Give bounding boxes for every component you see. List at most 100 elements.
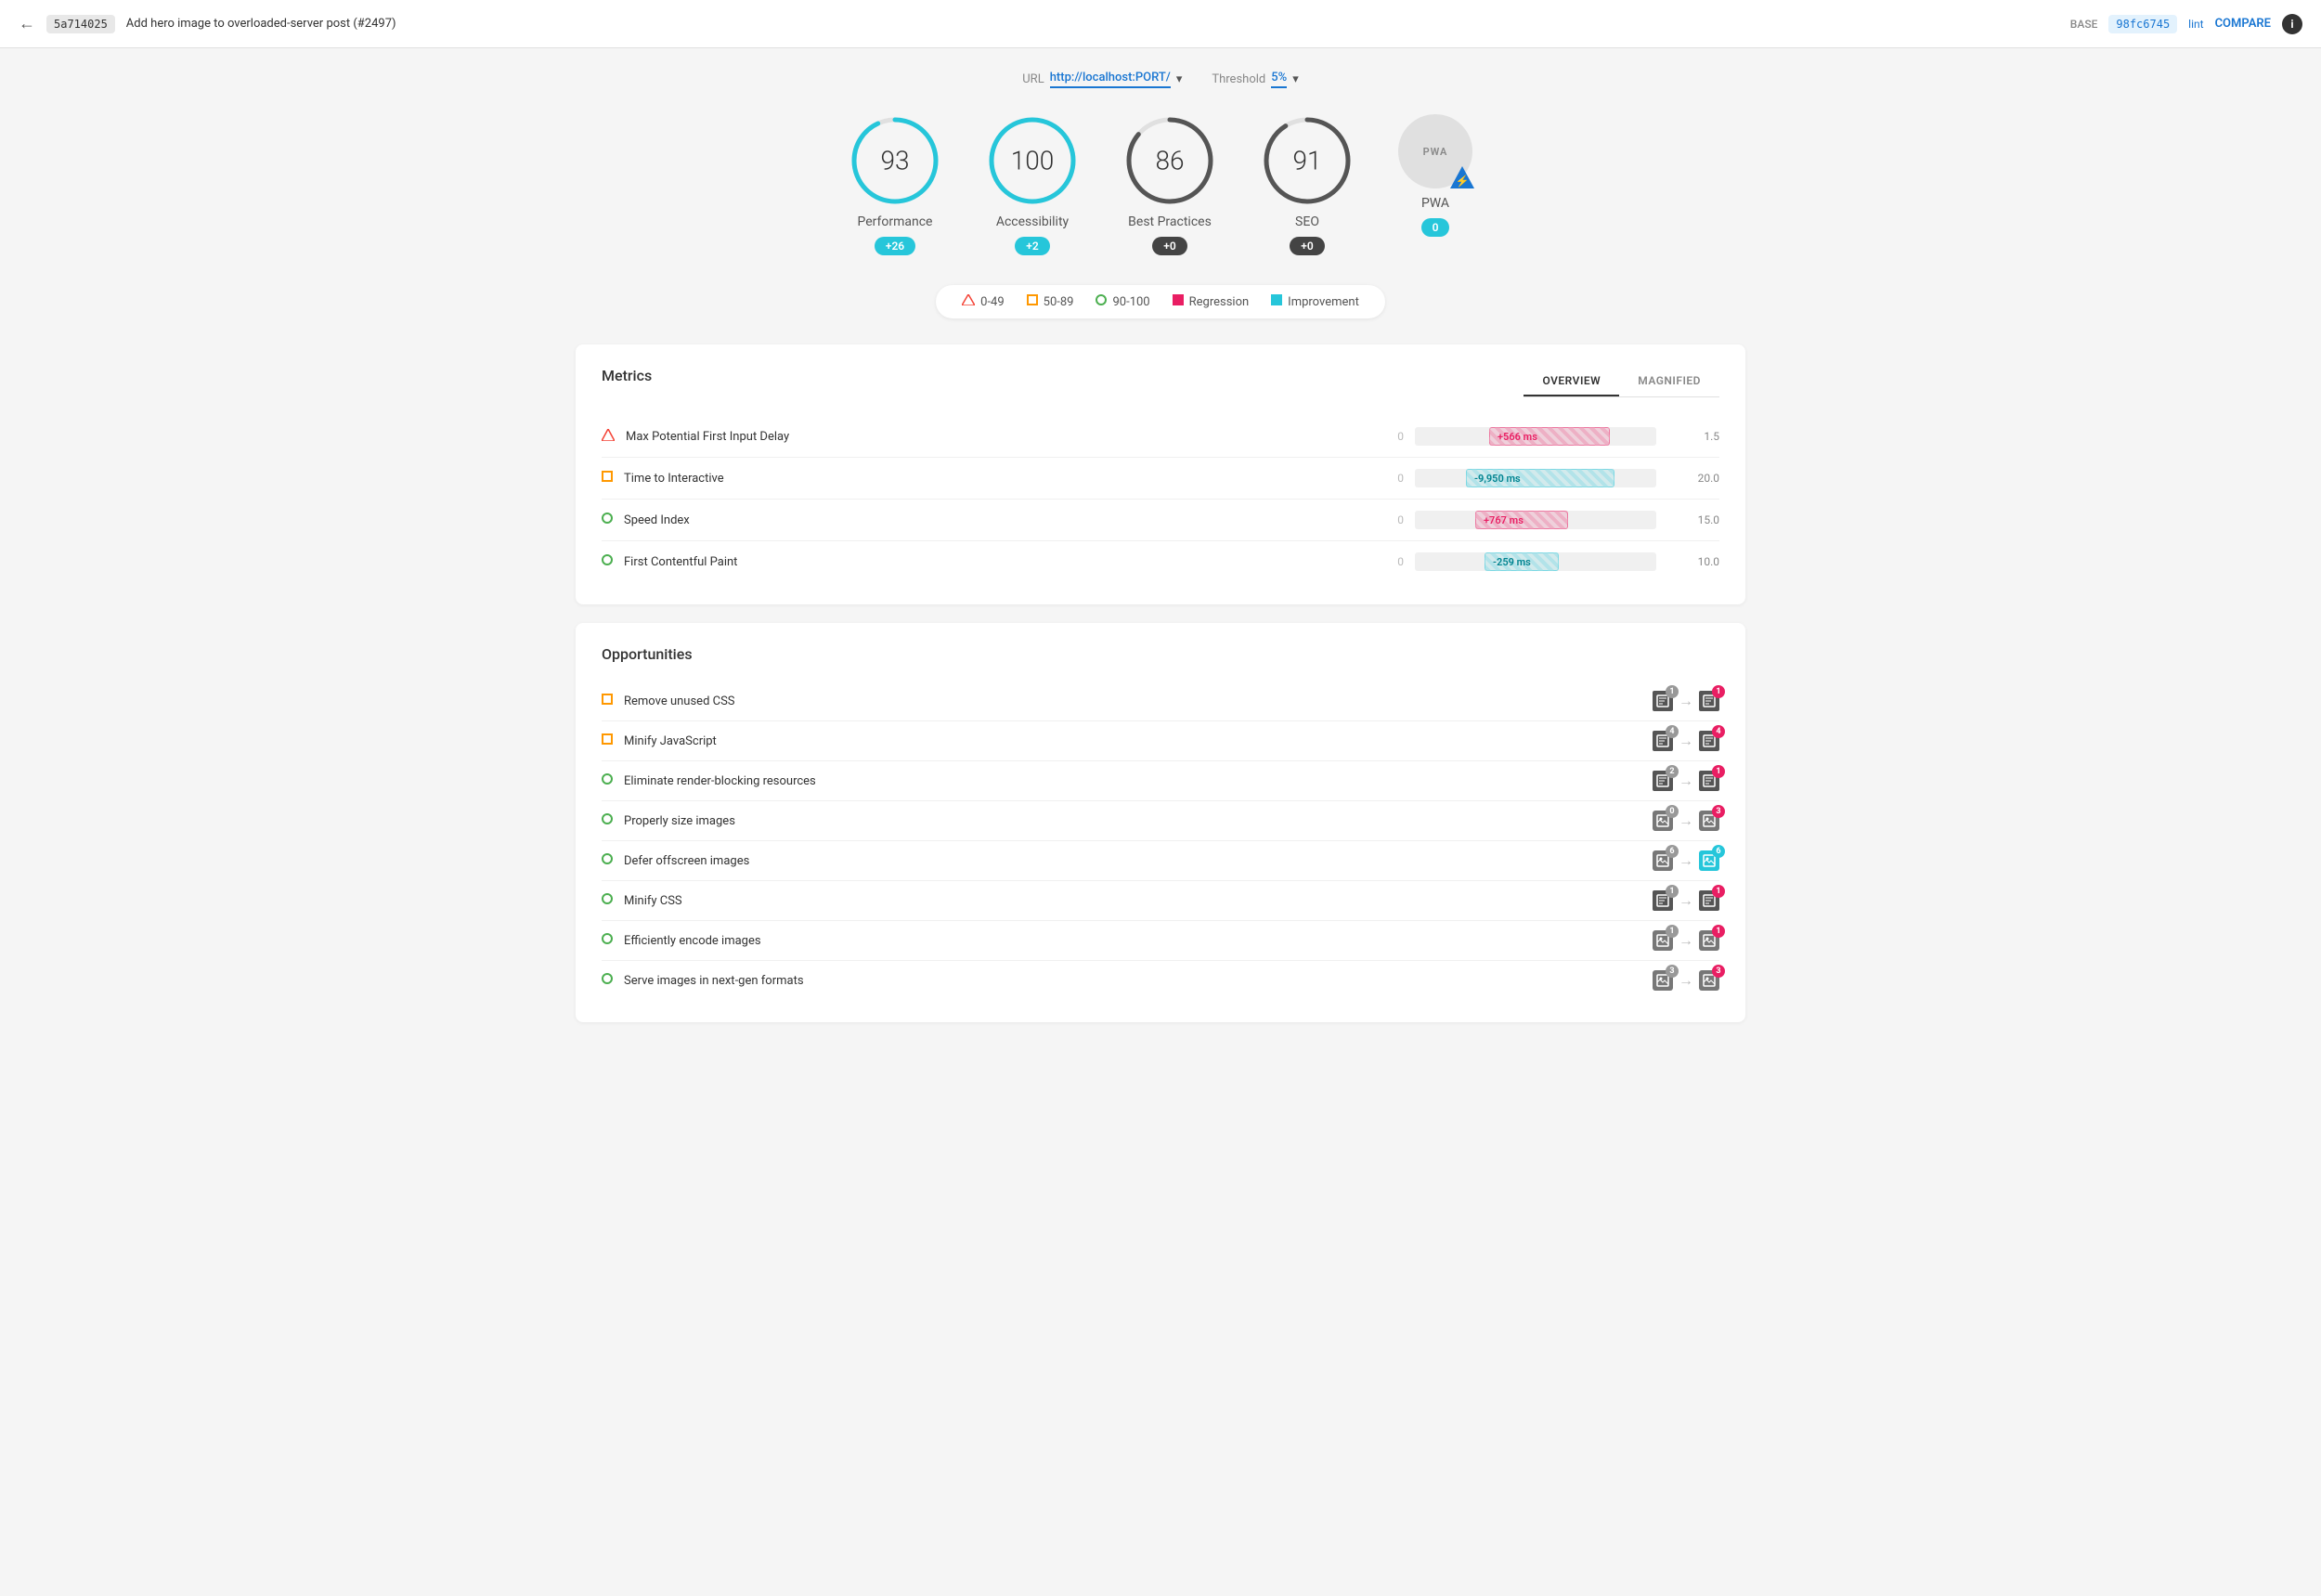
first-input-delay-indicator [602,429,615,445]
speed-index-bar: +767 ms [1415,509,1675,531]
time-to-interactive-fill: -9,950 ms [1466,469,1614,487]
score-performance: 93 Performance +26 [849,114,941,255]
lint-label: lint [2188,18,2203,31]
to-count-8: 3 [1712,965,1725,978]
remove-unused-css-icons: 1 → 1 [1653,691,1719,711]
first-input-delay-score: 1.5 [1686,430,1719,443]
pwa-text: PWA [1423,146,1448,158]
best-practices-circle: 86 [1123,114,1216,207]
eliminate-rb-to-icon[interactable]: 1 [1699,771,1719,791]
minify-css-from-icon[interactable]: 1 [1653,890,1673,911]
from-count-2: 4 [1666,725,1679,738]
speed-index-zero: 0 [1389,513,1404,526]
url-control: URL http://localhost:PORT/ ▾ [1022,71,1182,88]
first-contentful-paint-bar: -259 ms [1415,551,1675,573]
metric-row-first-contentful-paint: First Contentful Paint 0 -259 ms 10.0 [602,541,1719,582]
pwa-circle-wrap: PWA ⚡ [1398,114,1472,188]
serve-next-gen-indicator [602,973,613,988]
url-dropdown-icon[interactable]: ▾ [1176,72,1183,86]
first-contentful-paint-name: First Contentful Paint [624,555,1378,569]
metrics-title: Metrics [602,367,652,384]
to-count-1: 1 [1712,685,1725,698]
threshold-dropdown-icon[interactable]: ▾ [1292,72,1299,86]
opp-row-minify-javascript: Minify JavaScript 4 → 4 [602,721,1719,761]
legend-improvement-label: Improvement [1288,295,1359,309]
efficiently-encode-from-icon[interactable]: 1 [1653,930,1673,951]
efficiently-encode-to-icon[interactable]: 1 [1699,930,1719,951]
time-to-interactive-indicator [602,471,613,486]
remove-unused-css-to-icon[interactable]: 1 [1699,691,1719,711]
compare-button[interactable]: COMPARE [2215,17,2271,31]
metric-row-first-input-delay: Max Potential First Input Delay 0 +566 m… [602,416,1719,458]
legend-circle-green-icon [1096,294,1107,309]
opp-row-eliminate-render-blocking: Eliminate render-blocking resources 2 → … [602,761,1719,801]
from-count-7: 1 [1666,925,1679,938]
eliminate-rb-from-icon[interactable]: 2 [1653,771,1673,791]
seo-circle: 91 [1261,114,1354,207]
legend-90-100-label: 90-100 [1112,295,1149,309]
threshold-value[interactable]: 5% [1271,71,1287,88]
seo-badge: +0 [1290,237,1324,255]
remove-unused-css-name: Remove unused CSS [624,694,1641,708]
score-best-practices: 86 Best Practices +0 [1123,114,1216,255]
pwa-badge-icon: ⚡ [1448,164,1476,192]
properly-size-from-icon[interactable]: 0 [1653,811,1673,831]
opportunities-title: Opportunities [602,645,1719,663]
minify-css-to-icon[interactable]: 1 [1699,890,1719,911]
tab-magnified[interactable]: MAGNIFIED [1619,367,1719,396]
accessibility-label: Accessibility [996,214,1069,229]
from-count-4: 0 [1666,805,1679,818]
serve-next-gen-to-icon[interactable]: 3 [1699,970,1719,991]
metric-row-speed-index: Speed Index 0 +767 ms 15.0 [602,500,1719,541]
eliminate-render-blocking-indicator [602,773,613,788]
legend-regression-label: Regression [1189,295,1250,309]
legend-50-89: 50-89 [1027,294,1074,309]
tab-overview[interactable]: OVERVIEW [1524,367,1619,396]
properly-size-images-name: Properly size images [624,814,1641,828]
seo-label: SEO [1295,214,1319,229]
accessibility-circle: 100 [986,114,1079,207]
efficiently-encode-icons: 1 → 1 [1653,930,1719,951]
opportunities-card: Opportunities Remove unused CSS 1 → [576,623,1745,1022]
minify-js-to-icon[interactable]: 4 [1699,731,1719,751]
first-contentful-paint-fill: -259 ms [1485,552,1559,571]
minify-javascript-indicator [602,733,613,748]
url-value[interactable]: http://localhost:PORT/ [1050,71,1171,88]
legend-bar: 0-49 50-89 90-100 Regression Improvement [936,285,1385,318]
defer-from-icon[interactable]: 6 [1653,850,1673,871]
minify-javascript-name: Minify JavaScript [624,734,1641,748]
first-input-delay-fill: +566 ms [1489,427,1610,446]
minify-javascript-icons: 4 → 4 [1653,731,1719,751]
serve-next-gen-from-icon[interactable]: 3 [1653,970,1673,991]
first-contentful-paint-score: 10.0 [1686,555,1719,568]
score-seo: 91 SEO +0 [1261,114,1354,255]
accessibility-badge: +2 [1015,237,1049,255]
arrow-icon-8: → [1679,971,1693,990]
time-to-interactive-bar: -9,950 ms [1415,467,1675,489]
minify-css-indicator [602,893,613,908]
to-count-2: 4 [1712,725,1725,738]
performance-label: Performance [858,214,933,229]
back-button[interactable]: ← [19,14,35,33]
to-count-5: 6 [1712,845,1725,858]
minify-css-name: Minify CSS [624,894,1641,908]
controls-bar: URL http://localhost:PORT/ ▾ Threshold 5… [576,71,1745,88]
defer-to-icon[interactable]: 6 [1699,850,1719,871]
scores-row: 93 Performance +26 100 Accessibility +2 [576,114,1745,255]
opp-row-serve-next-gen: Serve images in next-gen formats 3 → 3 [602,961,1719,1000]
remove-unused-css-from-icon[interactable]: 1 [1653,691,1673,711]
minify-js-from-icon[interactable]: 4 [1653,731,1673,751]
threshold-control: Threshold 5% ▾ [1212,71,1298,88]
eliminate-render-blocking-name: Eliminate render-blocking resources [624,774,1641,788]
performance-value: 93 [880,146,909,176]
metrics-card: Metrics OVERVIEW MAGNIFIED Max Potential… [576,344,1745,604]
arrow-icon-5: → [1679,851,1693,870]
legend-triangle-icon [962,294,975,309]
to-count-3: 1 [1712,765,1725,778]
threshold-label: Threshold [1212,72,1265,86]
info-button[interactable]: i [2282,14,2302,34]
score-pwa: PWA ⚡ PWA 0 [1398,114,1472,237]
properly-size-to-icon[interactable]: 3 [1699,811,1719,831]
to-count-6: 1 [1712,885,1725,898]
from-count-6: 1 [1666,885,1679,898]
